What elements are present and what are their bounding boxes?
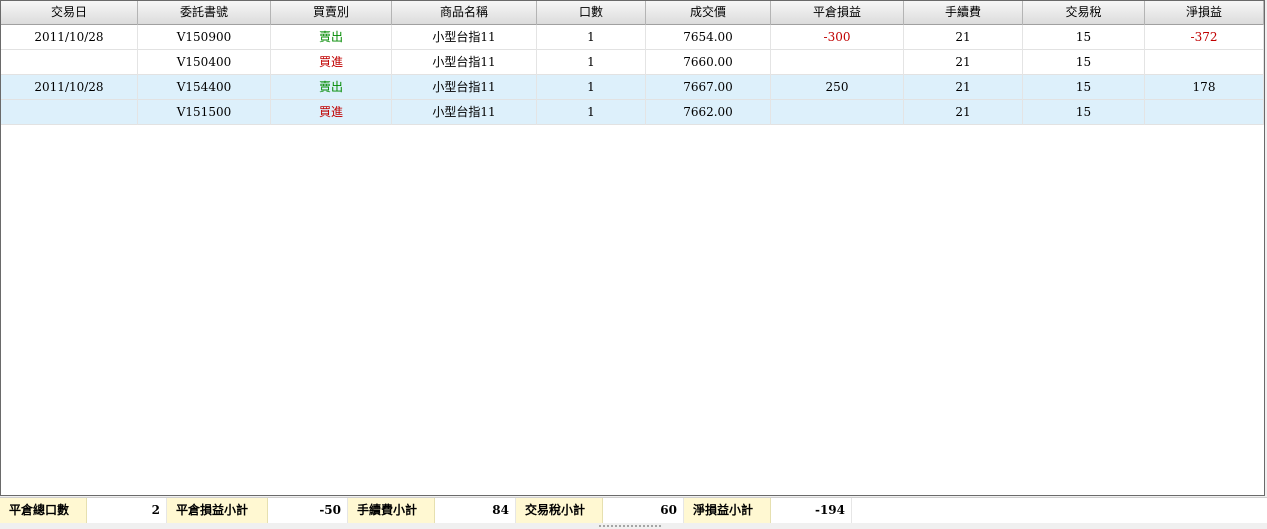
pnl-subtotal-value: -50 bbox=[268, 498, 348, 523]
cell-net-pnl: -372 bbox=[1145, 25, 1264, 50]
cell-trade-date bbox=[1, 50, 138, 75]
header-tax[interactable]: 交易稅 bbox=[1023, 1, 1145, 25]
cell-order-number: V150900 bbox=[138, 25, 271, 50]
header-net-pnl[interactable]: 淨損益 bbox=[1145, 1, 1264, 25]
total-close-qty-value: 2 bbox=[87, 498, 167, 523]
tax-subtotal-value: 60 bbox=[603, 498, 684, 523]
table-row[interactable]: V151500 買進 小型台指11 1 7662.00 21 15 bbox=[1, 100, 1264, 125]
total-close-qty-label: 平倉總口數 bbox=[0, 498, 87, 523]
cell-tax: 15 bbox=[1023, 75, 1145, 100]
cell-product-name: 小型台指11 bbox=[392, 75, 537, 100]
cell-fee: 21 bbox=[904, 50, 1023, 75]
cell-quantity: 1 bbox=[537, 50, 646, 75]
cell-product-name: 小型台指11 bbox=[392, 100, 537, 125]
summary-bar: 平倉總口數 2 平倉損益小計 -50 手續費小計 84 交易稅小計 60 淨損益… bbox=[0, 497, 1267, 523]
cell-trade-date: 2011/10/28 bbox=[1, 75, 138, 100]
cell-fee: 21 bbox=[904, 75, 1023, 100]
cell-side: 賣出 bbox=[271, 25, 392, 50]
cell-fee: 21 bbox=[904, 100, 1023, 125]
cell-fill-price: 7667.00 bbox=[646, 75, 771, 100]
cell-trade-date: 2011/10/28 bbox=[1, 25, 138, 50]
header-product-name[interactable]: 商品名稱 bbox=[392, 1, 537, 25]
header-order-number[interactable]: 委託書號 bbox=[138, 1, 271, 25]
cell-order-number: V151500 bbox=[138, 100, 271, 125]
tax-subtotal-label: 交易稅小計 bbox=[516, 498, 603, 523]
cell-quantity: 1 bbox=[537, 100, 646, 125]
header-fee[interactable]: 手續費 bbox=[904, 1, 1023, 25]
cell-close-pnl bbox=[771, 50, 904, 75]
cell-product-name: 小型台指11 bbox=[392, 50, 537, 75]
header-close-pnl[interactable]: 平倉損益 bbox=[771, 1, 904, 25]
header-side[interactable]: 買賣別 bbox=[271, 1, 392, 25]
cell-net-pnl bbox=[1145, 50, 1264, 75]
cell-product-name: 小型台指11 bbox=[392, 25, 537, 50]
cell-tax: 15 bbox=[1023, 25, 1145, 50]
resize-grip-handle[interactable] bbox=[598, 524, 662, 528]
header-trade-date[interactable]: 交易日 bbox=[1, 1, 138, 25]
cell-side: 買進 bbox=[271, 100, 392, 125]
header-quantity[interactable]: 口數 bbox=[537, 1, 646, 25]
table-row[interactable]: 2011/10/28 V154400 賣出 小型台指11 1 7667.00 2… bbox=[1, 75, 1264, 100]
cell-close-pnl: 250 bbox=[771, 75, 904, 100]
cell-quantity: 1 bbox=[537, 75, 646, 100]
cell-side: 賣出 bbox=[271, 75, 392, 100]
net-subtotal-label: 淨損益小計 bbox=[684, 498, 771, 523]
cell-close-pnl bbox=[771, 100, 904, 125]
cell-tax: 15 bbox=[1023, 100, 1145, 125]
cell-order-number: V150400 bbox=[138, 50, 271, 75]
grid-header: 交易日 委託書號 買賣別 商品名稱 口數 成交價 平倉損益 手續費 交易稅 淨損… bbox=[1, 1, 1264, 25]
header-fill-price[interactable]: 成交價 bbox=[646, 1, 771, 25]
pnl-subtotal-label: 平倉損益小計 bbox=[167, 498, 268, 523]
cell-tax: 15 bbox=[1023, 50, 1145, 75]
cell-fill-price: 7660.00 bbox=[646, 50, 771, 75]
cell-order-number: V154400 bbox=[138, 75, 271, 100]
cell-trade-date bbox=[1, 100, 138, 125]
table-row[interactable]: 2011/10/28 V150900 賣出 小型台指11 1 7654.00 -… bbox=[1, 25, 1264, 50]
cell-fill-price: 7662.00 bbox=[646, 100, 771, 125]
net-subtotal-value: -194 bbox=[771, 498, 852, 523]
cell-quantity: 1 bbox=[537, 25, 646, 50]
table-row[interactable]: V150400 買進 小型台指11 1 7660.00 21 15 bbox=[1, 50, 1264, 75]
cell-side: 買進 bbox=[271, 50, 392, 75]
cell-net-pnl: 178 bbox=[1145, 75, 1264, 100]
fee-subtotal-value: 84 bbox=[435, 498, 516, 523]
fee-subtotal-label: 手續費小計 bbox=[348, 498, 435, 523]
cell-fee: 21 bbox=[904, 25, 1023, 50]
cell-close-pnl: -300 bbox=[771, 25, 904, 50]
trade-grid: 交易日 委託書號 買賣別 商品名稱 口數 成交價 平倉損益 手續費 交易稅 淨損… bbox=[0, 0, 1265, 496]
cell-net-pnl bbox=[1145, 100, 1264, 125]
cell-fill-price: 7654.00 bbox=[646, 25, 771, 50]
